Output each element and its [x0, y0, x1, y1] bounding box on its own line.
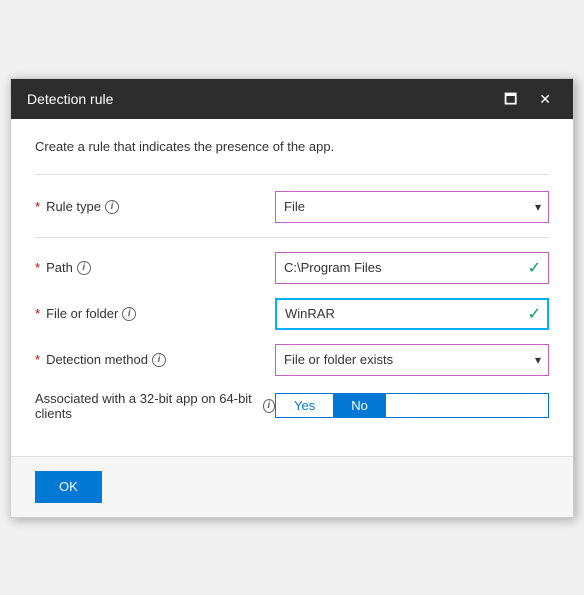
no-button[interactable]: No	[333, 394, 386, 417]
detection-method-required-star: *	[35, 352, 40, 367]
path-label: * Path i	[35, 260, 275, 275]
file-or-folder-label-text: File or folder	[46, 306, 118, 321]
detection-method-control: File or folder exists Date modified Date…	[275, 344, 549, 376]
required-star: *	[35, 199, 40, 214]
ok-button[interactable]: OK	[35, 471, 102, 503]
path-input[interactable]	[275, 252, 549, 284]
detection-method-row: * Detection method i File or folder exis…	[35, 344, 549, 376]
dialog-body: Create a rule that indicates the presenc…	[11, 119, 573, 456]
file-or-folder-input[interactable]	[275, 298, 549, 330]
file-or-folder-row: * File or folder i ✓	[35, 298, 549, 330]
yes-no-toggle: Yes No	[275, 393, 549, 418]
path-check-icon: ✓	[528, 258, 541, 278]
rule-type-label-text: Rule type	[46, 199, 101, 214]
rule-type-label: * Rule type i	[35, 199, 275, 214]
rule-type-select-wrap: File Registry Script ▾	[275, 191, 549, 223]
yes-button[interactable]: Yes	[276, 394, 333, 417]
rule-type-select[interactable]: File Registry Script	[275, 191, 549, 223]
associated-label: Associated with a 32-bit app on 64-bit c…	[35, 391, 275, 421]
subtitle-text: Create a rule that indicates the presenc…	[35, 139, 549, 154]
path-info-icon: i	[77, 261, 91, 275]
associated-label-text: Associated with a 32-bit app on 64-bit c…	[35, 391, 259, 421]
rule-type-row: * Rule type i File Registry Script ▾	[35, 191, 549, 223]
detection-rule-dialog: Detection rule 🗖 ✕ Create a rule that in…	[10, 78, 574, 518]
file-or-folder-control: ✓	[275, 298, 549, 330]
detection-method-select-wrap: File or folder exists Date modified Date…	[275, 344, 549, 376]
detection-method-label: * Detection method i	[35, 352, 275, 367]
path-control: ✓	[275, 252, 549, 284]
associated-info-icon: i	[263, 399, 275, 413]
file-or-folder-info-icon: i	[122, 307, 136, 321]
associated-control: Yes No	[275, 393, 549, 418]
rule-type-control: File Registry Script ▾	[275, 191, 549, 223]
dialog-title: Detection rule	[27, 91, 113, 107]
file-or-folder-label: * File or folder i	[35, 306, 275, 321]
form-section: * Rule type i File Registry Script ▾	[35, 174, 549, 422]
detection-method-label-text: Detection method	[46, 352, 148, 367]
title-bar-controls: 🗖 ✕	[498, 90, 557, 108]
associated-row: Associated with a 32-bit app on 64-bit c…	[35, 390, 549, 422]
title-bar: Detection rule 🗖 ✕	[11, 79, 573, 119]
section-divider	[35, 237, 549, 238]
path-row: * Path i ✓	[35, 252, 549, 284]
file-or-folder-input-wrap: ✓	[275, 298, 549, 330]
detection-method-select[interactable]: File or folder exists Date modified Date…	[275, 344, 549, 376]
file-or-folder-check-icon: ✓	[528, 304, 541, 324]
file-or-folder-required-star: *	[35, 306, 40, 321]
dialog-footer: OK	[11, 456, 573, 517]
detection-method-info-icon: i	[152, 353, 166, 367]
path-input-wrap: ✓	[275, 252, 549, 284]
path-required-star: *	[35, 260, 40, 275]
path-label-text: Path	[46, 260, 73, 275]
close-button[interactable]: ✕	[533, 90, 557, 108]
minimize-button[interactable]: 🗖	[498, 90, 523, 108]
rule-type-info-icon: i	[105, 200, 119, 214]
